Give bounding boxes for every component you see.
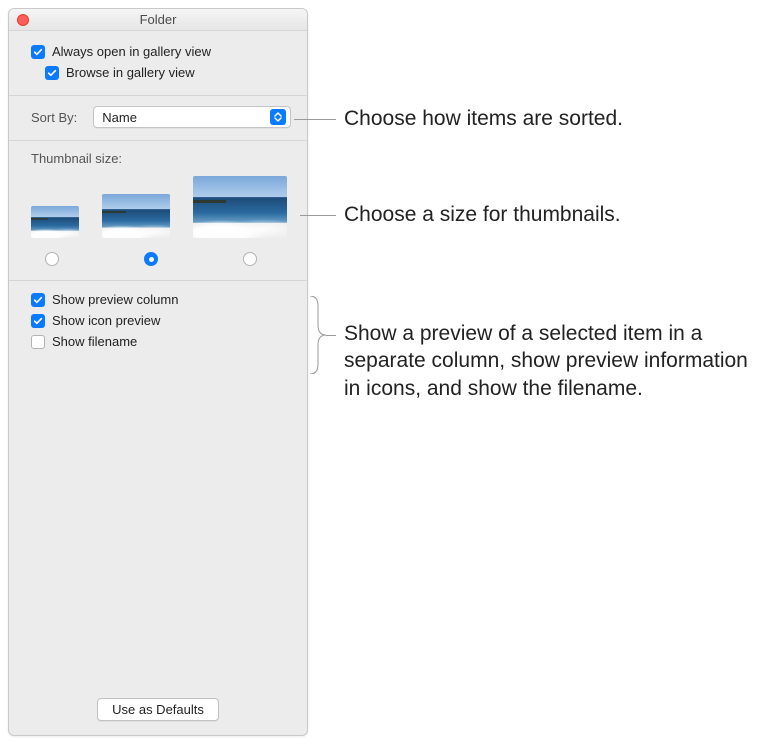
show-icon-preview-checkbox[interactable] <box>31 314 45 328</box>
show-icon-preview-label: Show icon preview <box>52 313 160 328</box>
always-open-gallery-checkbox[interactable] <box>31 45 45 59</box>
titlebar: Folder <box>9 9 307 31</box>
callout-lead <box>326 335 336 336</box>
thumbnail-large-preview <box>193 176 287 238</box>
thumbnail-section: Thumbnail size: <box>9 141 307 281</box>
browse-gallery-row: Browse in gallery view <box>31 62 291 83</box>
thumbnail-size-medium-radio[interactable] <box>144 252 158 266</box>
browse-gallery-checkbox[interactable] <box>45 66 59 80</box>
callout-brace-icon <box>309 296 327 374</box>
window-title: Folder <box>140 12 177 27</box>
use-as-defaults-button[interactable]: Use as Defaults <box>97 698 219 721</box>
sort-by-label: Sort By: <box>31 110 77 125</box>
show-icon-preview-row: Show icon preview <box>31 310 291 331</box>
callout-lead <box>300 215 336 216</box>
always-open-gallery-row: Always open in gallery view <box>31 41 291 62</box>
thumbnail-preview-row <box>31 176 291 244</box>
popup-arrows-icon <box>270 109 286 125</box>
show-preview-column-label: Show preview column <box>52 292 178 307</box>
show-filename-label: Show filename <box>52 334 137 349</box>
preview-options-section: Show preview column Show icon preview Sh… <box>9 281 307 352</box>
thumbnail-small-preview <box>31 206 79 238</box>
callout-thumbnail: Choose a size for thumbnails. <box>344 201 621 228</box>
thumbnail-size-label: Thumbnail size: <box>31 151 291 166</box>
callout-sort: Choose how items are sorted. <box>344 105 623 132</box>
show-preview-column-checkbox[interactable] <box>31 293 45 307</box>
thumbnail-medium-preview <box>102 194 170 238</box>
use-as-defaults-label: Use as Defaults <box>112 702 204 717</box>
browse-gallery-label: Browse in gallery view <box>66 65 195 80</box>
thumbnail-size-large-radio[interactable] <box>243 252 257 266</box>
thumbnail-size-small-radio[interactable] <box>45 252 59 266</box>
always-open-gallery-label: Always open in gallery view <box>52 44 211 59</box>
view-options-panel: Folder Always open in gallery view Brows… <box>8 8 308 736</box>
show-filename-row: Show filename <box>31 331 291 352</box>
sort-section: Sort By: Name <box>9 96 307 141</box>
sort-by-popup[interactable]: Name <box>93 106 291 128</box>
show-preview-column-row: Show preview column <box>31 289 291 310</box>
thumbnail-radio-row <box>31 244 291 268</box>
sort-by-value: Name <box>102 110 270 125</box>
callout-lead <box>294 119 336 120</box>
show-filename-checkbox[interactable] <box>31 335 45 349</box>
gallery-view-section: Always open in gallery view Browse in ga… <box>9 31 307 96</box>
close-icon[interactable] <box>17 14 29 26</box>
callout-preview: Show a preview of a selected item in a s… <box>344 320 764 402</box>
